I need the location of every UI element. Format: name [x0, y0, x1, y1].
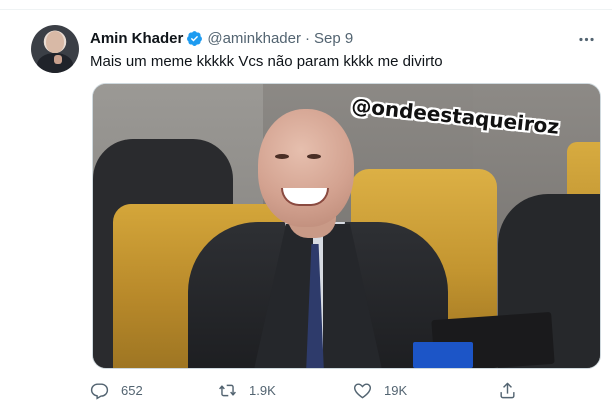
- reply-count: 652: [121, 382, 143, 398]
- header-separator: ·: [304, 29, 310, 47]
- retweet-button[interactable]: 1.9K: [218, 379, 276, 401]
- image-eye-left: [275, 154, 289, 159]
- tweet-media-image[interactable]: @ondeestaqueiroz: [92, 83, 601, 369]
- image-head: [258, 109, 354, 227]
- like-button[interactable]: 19K: [353, 379, 407, 401]
- tweet-text: Mais um meme kkkkk Vcs não param kkkk me…: [90, 53, 443, 70]
- more-options-button[interactable]: [575, 28, 597, 50]
- author-name[interactable]: Amin Khader: [90, 30, 183, 47]
- tweet-date[interactable]: Sep 9: [314, 30, 353, 47]
- share-icon: [500, 382, 515, 398]
- tweet-card[interactable]: Amin Khader @aminkhader · Sep 9 Mais um …: [0, 10, 612, 404]
- more-horizontal-icon: [578, 37, 594, 41]
- retweet-icon: [219, 384, 236, 396]
- reply-button[interactable]: 652: [90, 379, 143, 401]
- avatar-hand: [54, 55, 62, 64]
- author-avatar[interactable]: [31, 25, 79, 73]
- avatar-head: [46, 31, 64, 53]
- tweet-header: Amin Khader @aminkhader · Sep 9: [90, 28, 353, 48]
- author-handle[interactable]: @aminkhader: [207, 30, 301, 47]
- share-button[interactable]: [498, 379, 517, 401]
- image-eye-right: [307, 154, 321, 159]
- like-count: 19K: [384, 382, 408, 398]
- verified-badge-icon: [186, 30, 203, 47]
- tweet-actions: 652 1.9K 19K: [90, 379, 600, 401]
- retweet-count: 1.9K: [249, 382, 276, 398]
- reply-icon: [90, 382, 109, 400]
- image-blue-folder: [413, 342, 473, 368]
- heart-icon: [354, 382, 371, 398]
